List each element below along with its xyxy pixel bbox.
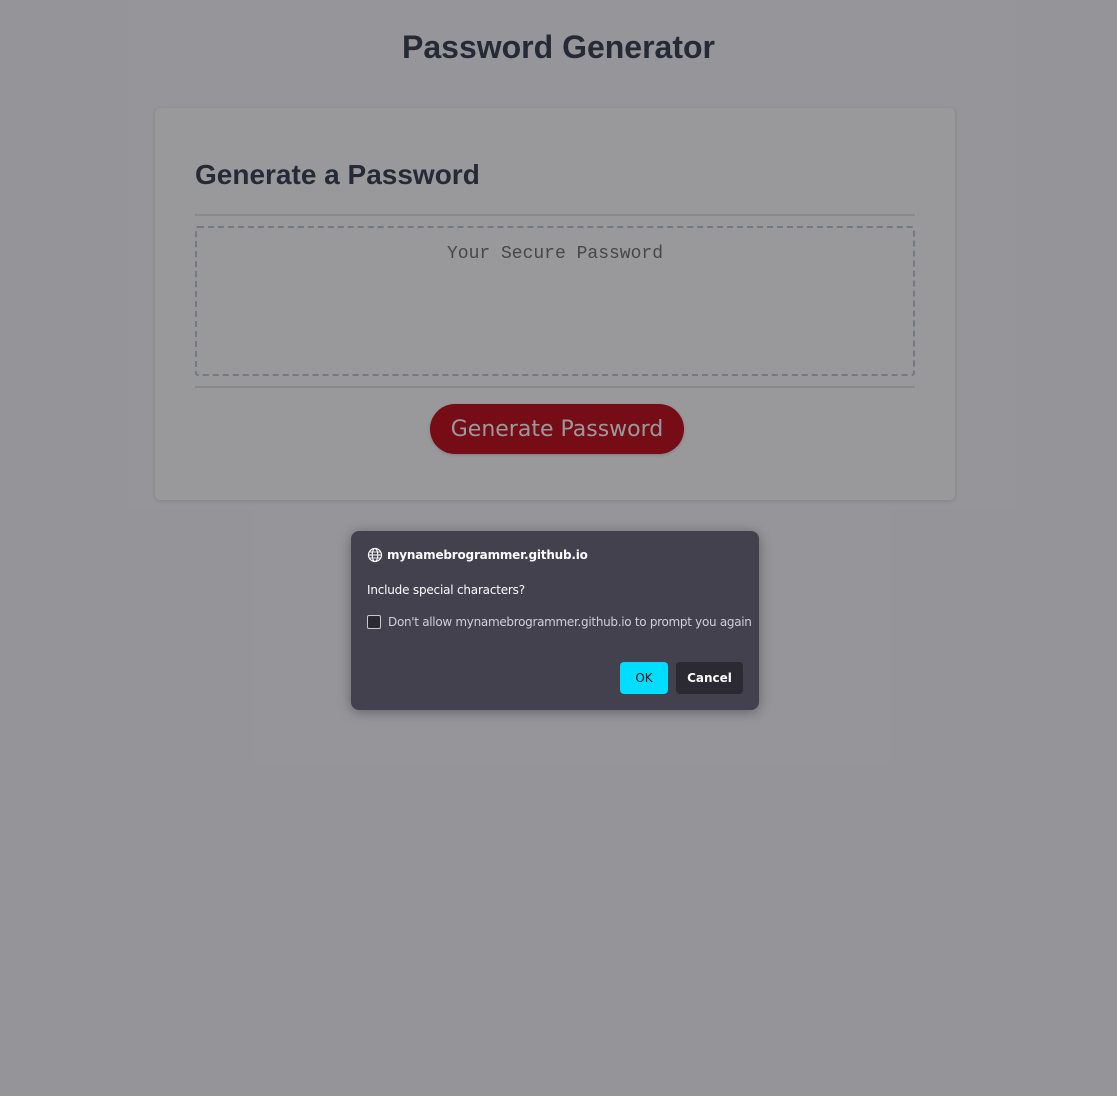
dont-allow-label: Don't allow mynamebrogrammer.github.io t… bbox=[388, 615, 752, 629]
ok-button[interactable]: OK bbox=[620, 662, 668, 694]
prompt-dialog: mynamebrogrammer.github.io Include speci… bbox=[351, 531, 759, 710]
dialog-message: Include special characters? bbox=[367, 583, 525, 597]
cancel-button[interactable]: Cancel bbox=[676, 662, 743, 694]
dont-allow-checkbox[interactable] bbox=[367, 615, 381, 629]
dialog-origin-label: mynamebrogrammer.github.io bbox=[387, 548, 588, 562]
globe-icon bbox=[367, 547, 383, 563]
dont-allow-row[interactable]: Don't allow mynamebrogrammer.github.io t… bbox=[367, 615, 752, 629]
dialog-origin: mynamebrogrammer.github.io bbox=[367, 547, 588, 563]
